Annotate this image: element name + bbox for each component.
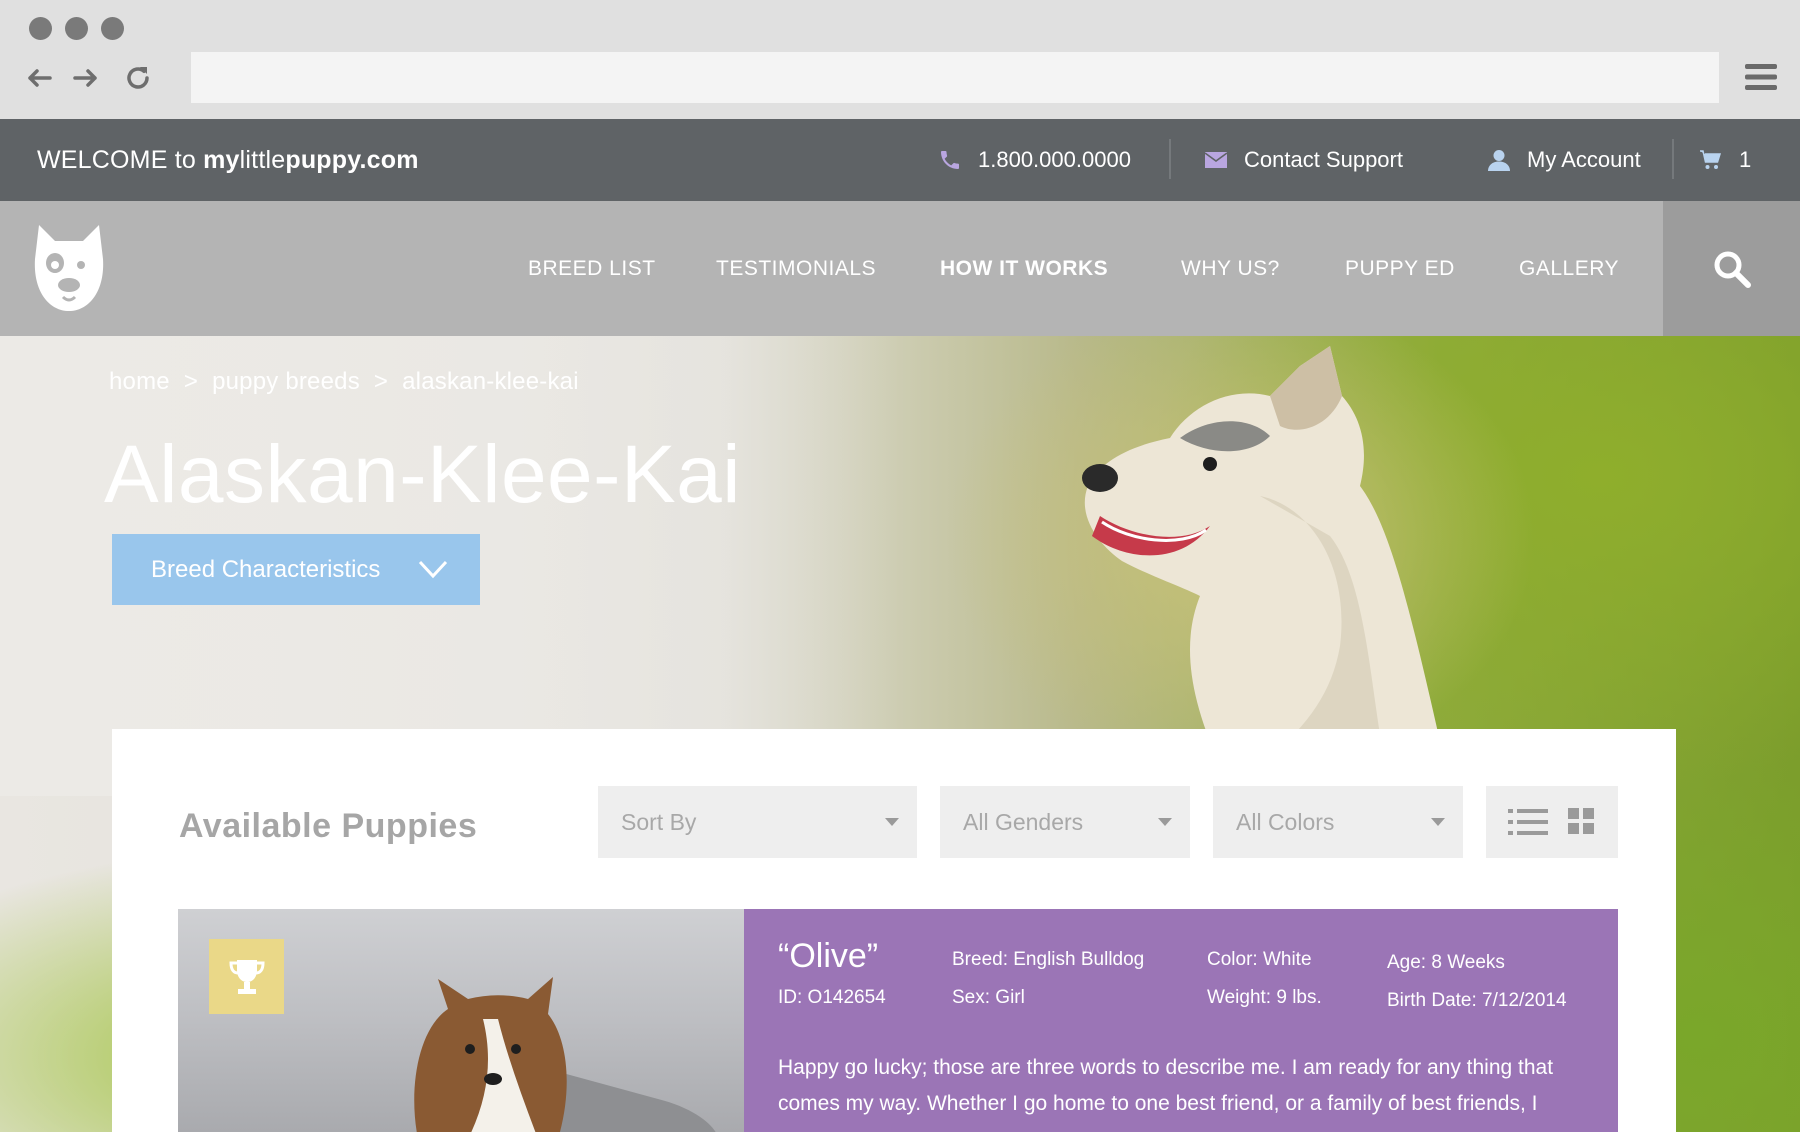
caret-down-icon [1158,818,1172,826]
search-button[interactable] [1663,201,1800,336]
window-minimize-dot[interactable] [65,17,88,40]
puppy-card[interactable]: “Olive” ID: O142654 Breed: English Bulld… [178,909,1618,1132]
back-arrow-icon[interactable] [24,63,54,93]
gender-value: All Genders [963,808,1084,835]
cart-icon [1700,150,1722,169]
puppy-details: “Olive” ID: O142654 Breed: English Bulld… [744,909,1618,1132]
breadcrumb-separator: > [373,368,389,395]
nav-gallery[interactable]: GALLERY [1519,201,1619,336]
contact-support-label: Contact Support [1244,147,1403,172]
puppy-breed: Breed: English Bulldog [952,949,1145,970]
phone-icon [941,151,959,169]
browser-chrome [0,0,1800,119]
list-view-icon[interactable] [1508,808,1548,836]
sort-by-select[interactable]: Sort By [598,786,917,858]
welcome-message: WELCOME to mylittlepuppy.com [37,119,419,201]
section-title: Available Puppies [179,807,478,845]
reload-icon[interactable] [123,63,153,93]
nav-puppy-ed[interactable]: PUPPY ED [1345,201,1455,336]
site-name-little: little [239,146,286,174]
breadcrumb-separator: > [183,368,199,395]
breed-characteristics-label: Breed Characteristics [151,555,381,583]
sort-by-value: Sort By [621,808,697,835]
envelope-icon [1204,152,1228,168]
sheltie-puppy-image [414,977,716,1132]
puppy-age: Age: 8 Weeks [1387,952,1505,973]
contact-support-link[interactable]: Contact Support [1204,119,1403,201]
divider [1169,139,1171,179]
my-account-link[interactable]: My Account [1487,119,1641,201]
puppy-weight: Weight: 9 lbs. [1207,987,1322,1008]
window-maximize-dot[interactable] [101,17,124,40]
window-close-dot[interactable] [29,17,52,40]
color-select[interactable]: All Colors [1213,786,1463,858]
puppy-sex: Sex: Girl [952,987,1025,1008]
phone-link[interactable]: 1.800.000.0000 [938,119,1131,201]
nav-why-us[interactable]: WHY US? [1181,201,1280,336]
chevron-down-icon [418,560,448,579]
welcome-prefix: WELCOME to [37,146,204,174]
puppy-birth-date: Birth Date: 7/12/2014 [1387,990,1567,1011]
nav-breed-list[interactable]: BREED LIST [528,201,656,336]
user-icon [1488,150,1510,171]
puppy-name: “Olive” [778,937,879,975]
featured-badge [209,939,284,1014]
cart-link[interactable]: 1 [1699,119,1751,201]
puppy-color: Color: White [1207,949,1312,970]
caret-down-icon [1431,818,1445,826]
page-title: Alaskan-Klee-Kai [104,429,741,520]
address-bar[interactable] [191,52,1719,103]
site-name-puppy: puppy.com [285,146,419,174]
cart-count: 1 [1739,147,1752,172]
caret-down-icon [885,818,899,826]
main-navigation: BREED LIST TESTIMONIALS HOW IT WORKS WHY… [0,201,1800,336]
breadcrumb-current: alaskan-klee-kai [402,368,579,395]
breadcrumb-puppy-breeds[interactable]: puppy breeds [212,368,360,396]
trophy-icon [228,959,265,994]
utility-bar: WELCOME to mylittlepuppy.com 1.800.000.0… [0,119,1800,201]
breadcrumb-home[interactable]: home [109,368,170,396]
puppy-description: Happy go lucky; those are three words to… [778,1056,1554,1115]
breed-characteristics-button[interactable]: Breed Characteristics [112,534,480,605]
color-value: All Colors [1236,808,1335,835]
dog-logo-icon[interactable] [33,219,105,314]
available-puppies-panel: Available Puppies Sort By All Genders Al… [112,729,1676,1132]
breadcrumb: home > puppy breeds > alaskan-klee-kai [109,368,579,396]
site-name-my: my [203,146,240,174]
grid-view-icon[interactable] [1568,808,1594,834]
puppy-id: ID: O142654 [778,987,886,1008]
puppy-photo[interactable] [178,909,744,1132]
nav-how-it-works[interactable]: HOW IT WORKS [940,201,1108,336]
phone-number: 1.800.000.0000 [978,147,1131,172]
hamburger-icon[interactable] [1744,60,1778,94]
husky-puppy-image [1082,346,1450,786]
gender-select[interactable]: All Genders [940,786,1190,858]
nav-testimonials[interactable]: TESTIMONIALS [716,201,876,336]
forward-arrow-icon[interactable] [71,63,101,93]
view-toggle [1486,786,1618,858]
divider [1672,139,1674,179]
my-account-label: My Account [1527,147,1641,172]
search-icon [1714,251,1751,288]
